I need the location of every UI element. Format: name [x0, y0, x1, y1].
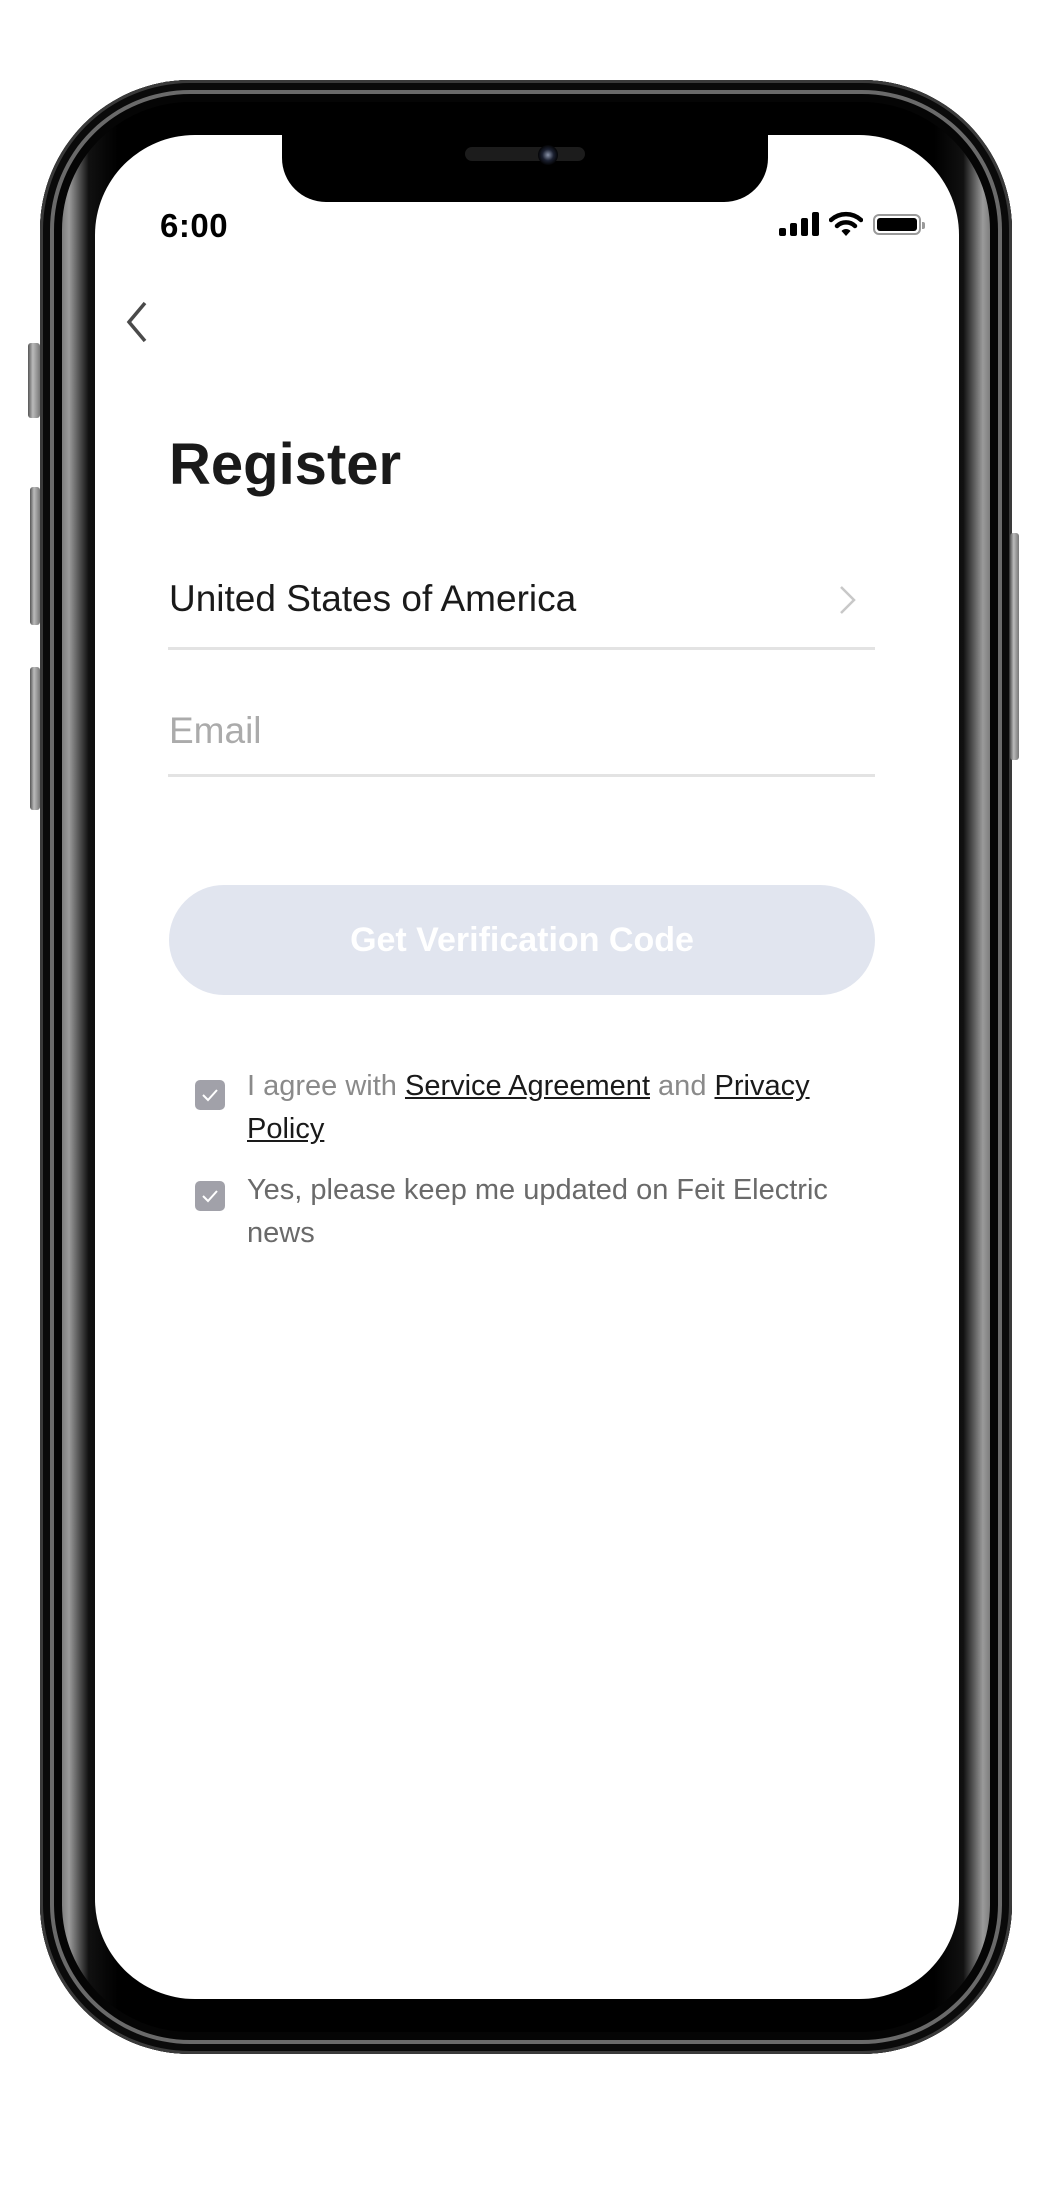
- wifi-icon: [829, 211, 863, 236]
- earpiece-speaker: [465, 147, 585, 161]
- checkmark-icon: [202, 1190, 218, 1203]
- newsletter-row: Yes, please keep me updated on Feit Elec…: [195, 1169, 835, 1255]
- service-agreement-link[interactable]: Service Agreement: [405, 1070, 650, 1102]
- email-field-row: [168, 691, 876, 777]
- front-camera: [538, 145, 558, 165]
- terms-checkbox[interactable]: [195, 1080, 225, 1110]
- mute-switch: [28, 343, 40, 418]
- chevron-left-icon: [126, 301, 147, 343]
- country-selector[interactable]: United States of America: [168, 565, 875, 650]
- power-button: [1010, 533, 1019, 760]
- cellular-signal-icon: [779, 212, 819, 236]
- get-verification-code-button[interactable]: Get Verification Code: [169, 885, 875, 995]
- status-time: 6:00: [160, 207, 229, 244]
- terms-conjunction: and: [650, 1070, 715, 1102]
- app-screen: 6:00 Register United States of America G…: [95, 135, 959, 1999]
- chevron-right-icon: [840, 586, 856, 614]
- newsletter-checkbox[interactable]: [195, 1181, 225, 1211]
- email-input[interactable]: [168, 701, 876, 761]
- status-icons: [779, 211, 925, 237]
- country-value: United States of America: [169, 578, 577, 619]
- terms-prefix: I agree with: [247, 1070, 405, 1102]
- page-title: Register: [169, 432, 402, 497]
- volume-up-button: [30, 487, 40, 625]
- terms-text: I agree with Service Agreement and Priva…: [247, 1065, 835, 1151]
- checkmark-icon: [202, 1089, 218, 1102]
- terms-agreement-row: I agree with Service Agreement and Priva…: [195, 1065, 835, 1151]
- battery-icon: [873, 213, 925, 235]
- volume-down-button: [30, 667, 40, 810]
- newsletter-text: Yes, please keep me updated on Feit Elec…: [247, 1174, 828, 1249]
- back-button[interactable]: [117, 297, 157, 347]
- notch: [282, 135, 768, 202]
